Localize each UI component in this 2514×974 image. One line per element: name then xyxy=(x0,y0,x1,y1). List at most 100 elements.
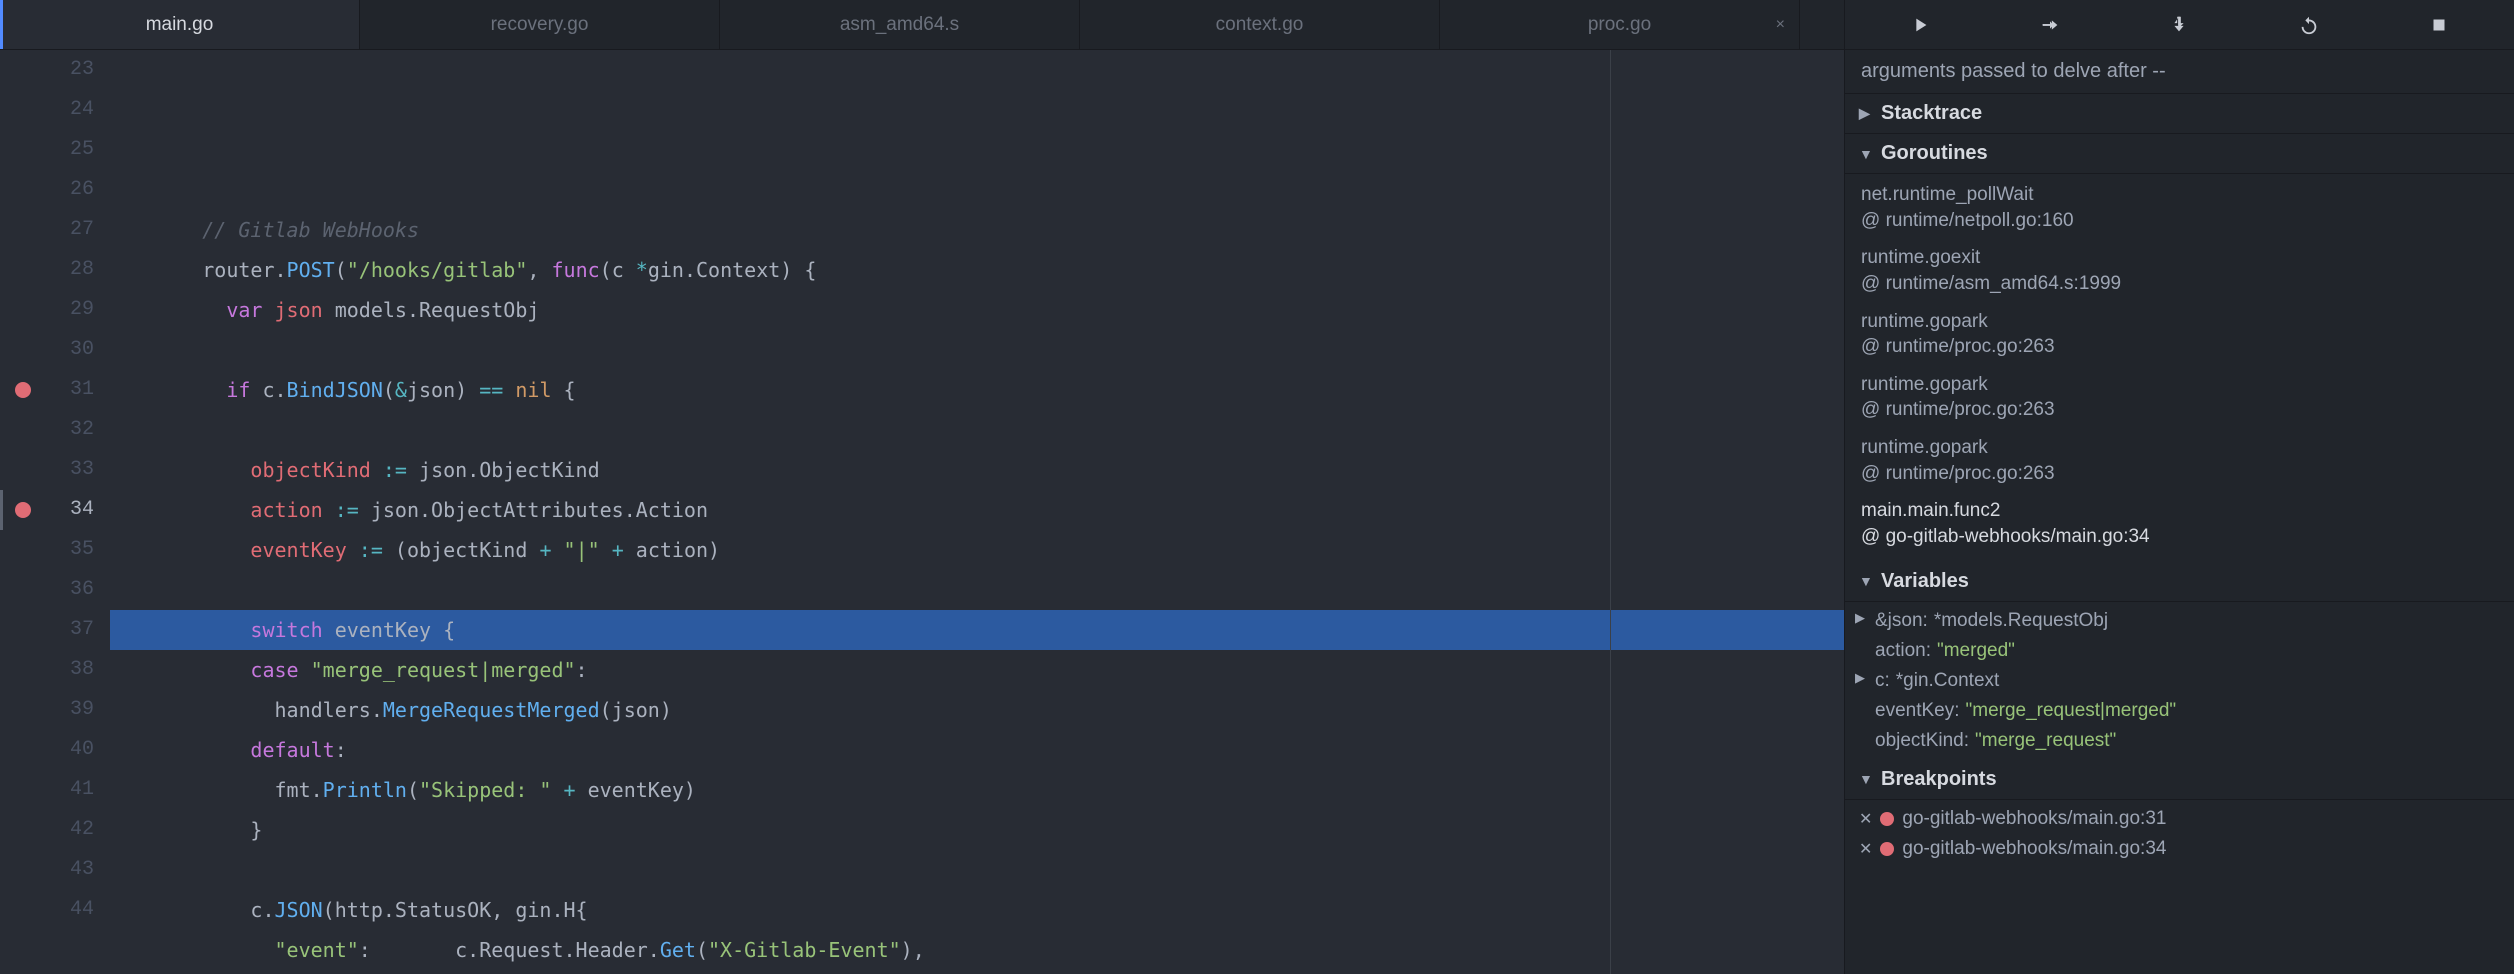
goroutines-header[interactable]: ▼ Goroutines xyxy=(1845,134,2514,174)
chevron-down-icon: ▼ xyxy=(1859,771,1873,787)
chevron-right-icon[interactable]: ▶ xyxy=(1855,610,1869,632)
code-line[interactable]: // Gitlab WebHooks xyxy=(110,210,1844,250)
remove-breakpoint-icon[interactable]: ✕ xyxy=(1859,839,1872,859)
line-number[interactable]: 34 xyxy=(0,490,110,530)
line-number[interactable]: 24 xyxy=(0,90,110,130)
code-line[interactable] xyxy=(110,570,1844,610)
variable-row[interactable]: ▶ c: *gin.Context xyxy=(1845,666,2514,696)
code-line[interactable]: router.POST("/hooks/gitlab", func(c *gin… xyxy=(110,250,1844,290)
tab-asm_amd64-s[interactable]: asm_amd64.s xyxy=(720,0,1080,49)
stacktrace-header[interactable]: ▶ Stacktrace xyxy=(1845,94,2514,134)
code-line[interactable]: eventKey := (objectKind + "|" + action) xyxy=(110,530,1844,570)
line-number[interactable]: 32 xyxy=(0,410,110,450)
tab-proc-go[interactable]: proc.go × xyxy=(1440,0,1800,49)
code-line[interactable]: switch eventKey { xyxy=(110,610,1844,650)
variable-name: c: xyxy=(1875,670,1890,692)
line-number[interactable]: 38 xyxy=(0,650,110,690)
gutter: 2324252627282930313233343536373839404142… xyxy=(0,50,110,974)
code-line[interactable]: if c.BindJSON(&json) == nil { xyxy=(110,370,1844,410)
code-area[interactable]: // Gitlab WebHooks router.POST("/hooks/g… xyxy=(110,50,1844,974)
close-icon[interactable]: × xyxy=(1776,16,1785,34)
line-number[interactable]: 35 xyxy=(0,530,110,570)
breakpoint-dot-icon xyxy=(1880,812,1894,826)
line-number[interactable]: 25 xyxy=(0,130,110,170)
goroutine-item[interactable]: runtime.gopark@ runtime/proc.go:263 xyxy=(1845,368,2514,431)
code-line[interactable]: var json models.RequestObj xyxy=(110,290,1844,330)
variable-row[interactable]: eventKey: "merge_request|merged" xyxy=(1845,696,2514,726)
tab-context-go[interactable]: context.go xyxy=(1080,0,1440,49)
code-line[interactable] xyxy=(110,330,1844,370)
debug-args-info: arguments passed to delve after -- xyxy=(1845,50,2514,94)
goroutine-item[interactable]: runtime.gopark@ runtime/proc.go:263 xyxy=(1845,305,2514,368)
line-number[interactable]: 42 xyxy=(0,810,110,850)
variables-header[interactable]: ▼ Variables xyxy=(1845,562,2514,602)
code-line[interactable]: "event": c.Request.Header.Get("X-Gitlab-… xyxy=(110,930,1844,970)
goroutine-item[interactable]: runtime.gopark@ runtime/proc.go:263 xyxy=(1845,431,2514,494)
variable-value: "merge_request|merged" xyxy=(1966,700,2177,722)
line-number[interactable]: 27 xyxy=(0,210,110,250)
tab-bar: main.go recovery.go asm_amd64.s context.go p… xyxy=(0,0,1844,50)
code-line[interactable]: default: xyxy=(110,730,1844,770)
stop-button[interactable] xyxy=(2419,10,2459,40)
code-line[interactable] xyxy=(110,850,1844,890)
stacktrace-label: Stacktrace xyxy=(1881,102,1982,125)
variable-row[interactable]: objectKind: "merge_request" xyxy=(1845,726,2514,756)
step-into-button[interactable] xyxy=(2159,10,2199,40)
line-number[interactable]: 26 xyxy=(0,170,110,210)
breakpoints-label: Breakpoints xyxy=(1881,768,1997,791)
code-line[interactable]: objectKind := json.ObjectKind xyxy=(110,450,1844,490)
line-number[interactable]: 23 xyxy=(0,50,110,90)
line-number[interactable]: 30 xyxy=(0,330,110,370)
breakpoint-row[interactable]: ✕ go-gitlab-webhooks/main.go:34 xyxy=(1845,834,2514,864)
variable-name: action: xyxy=(1875,640,1931,662)
goroutine-item[interactable]: runtime.goexit@ runtime/asm_amd64.s:1999 xyxy=(1845,241,2514,304)
breakpoint-row[interactable]: ✕go-gitlab-webhooks/main.go:31 xyxy=(1845,804,2514,834)
line-number[interactable]: 33 xyxy=(0,450,110,490)
tab-main-go[interactable]: main.go xyxy=(0,0,360,49)
continue-button[interactable] xyxy=(1900,10,1940,40)
code-line[interactable]: handlers.MergeRequestMerged(json) xyxy=(110,690,1844,730)
tab-label: proc.go xyxy=(1588,14,1651,36)
code-line[interactable]: fmt.Println("Skipped: " + eventKey) xyxy=(110,770,1844,810)
code-line[interactable]: "event_key": eventKey, xyxy=(110,970,1844,974)
variable-row[interactable]: ▶&json: *models.RequestObj xyxy=(1845,606,2514,636)
line-number[interactable]: 28 xyxy=(0,250,110,290)
tab-label: context.go xyxy=(1216,14,1304,36)
line-number[interactable]: 43 xyxy=(0,850,110,890)
goroutine-item[interactable]: net.runtime_pollWait@ runtime/netpoll.go… xyxy=(1845,178,2514,241)
chevron-down-icon: ▼ xyxy=(1859,573,1873,589)
breakpoints-header[interactable]: ▼ Breakpoints xyxy=(1845,760,2514,800)
blank-icon xyxy=(1855,730,1869,752)
blank-icon xyxy=(1855,640,1869,662)
goroutine-item[interactable]: main.main.func2@ go-gitlab-webhooks/main… xyxy=(1845,494,2514,557)
tab-label: recovery.go xyxy=(491,14,589,36)
line-number[interactable]: 36 xyxy=(0,570,110,610)
debug-panel: arguments passed to delve after -- ▶ Sta… xyxy=(1844,0,2514,974)
variable-name: objectKind: xyxy=(1875,730,1969,752)
code-line[interactable] xyxy=(110,410,1844,450)
variable-name: eventKey: xyxy=(1875,700,1960,722)
line-number[interactable]: 39 xyxy=(0,690,110,730)
variable-row[interactable]: action: "merged" xyxy=(1845,636,2514,666)
goroutines-list: net.runtime_pollWait@ runtime/netpoll.go… xyxy=(1845,174,2514,562)
line-number[interactable]: 41 xyxy=(0,770,110,810)
breakpoint-location: go-gitlab-webhooks/main.go:34 xyxy=(1902,838,2166,860)
code-line[interactable]: c.JSON(http.StatusOK, gin.H{ xyxy=(110,890,1844,930)
tab-recovery-go[interactable]: recovery.go xyxy=(360,0,720,49)
chevron-right-icon[interactable]: ▶ xyxy=(1855,670,1869,692)
line-number[interactable]: 31 xyxy=(0,370,110,410)
code-line[interactable] xyxy=(110,170,1844,210)
restart-button[interactable] xyxy=(2289,10,2329,40)
variable-value: *models.RequestObj xyxy=(1934,610,2108,632)
ruler xyxy=(1610,50,1611,974)
line-number[interactable]: 29 xyxy=(0,290,110,330)
remove-breakpoint-icon[interactable]: ✕ xyxy=(1859,809,1872,829)
variable-value: *gin.Context xyxy=(1896,670,2000,692)
line-number[interactable]: 40 xyxy=(0,730,110,770)
step-over-button[interactable] xyxy=(2030,10,2070,40)
line-number[interactable]: 44 xyxy=(0,890,110,930)
line-number[interactable]: 37 xyxy=(0,610,110,650)
code-line[interactable]: action := json.ObjectAttributes.Action xyxy=(110,490,1844,530)
code-line[interactable]: case "merge_request|merged": xyxy=(110,650,1844,690)
code-line[interactable]: } xyxy=(110,810,1844,850)
